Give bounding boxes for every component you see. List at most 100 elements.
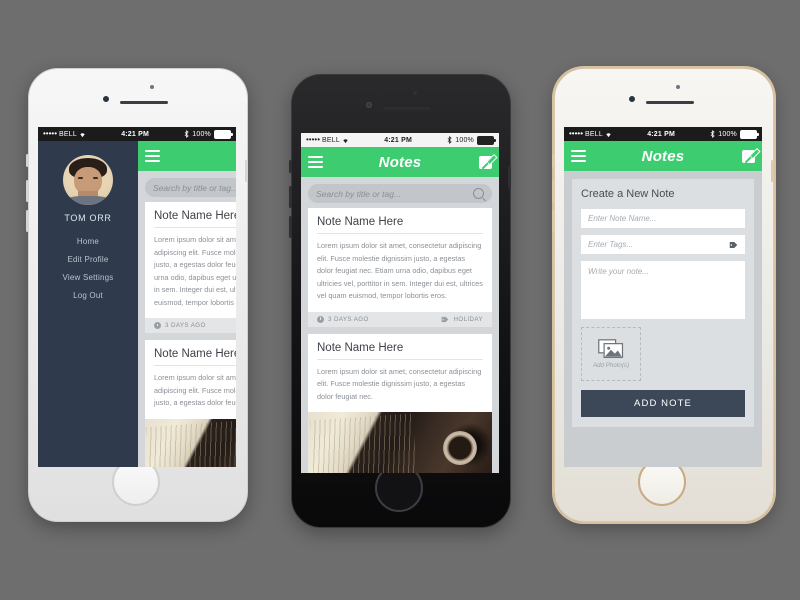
- status-bar-left: ••••• BELL: [43, 130, 86, 138]
- note-card-content: Note Name Here Lorem ipsum dolor sit ame…: [308, 334, 492, 413]
- note-name-input[interactable]: Enter Note Name...: [581, 209, 745, 228]
- signal-dots-icon: •••••: [569, 129, 584, 138]
- note-excerpt: Lorem ipsum dolor sit amet, consectetur …: [317, 241, 483, 301]
- note-tags-input[interactable]: Enter Tags...: [581, 235, 745, 254]
- user-name-label: TOM ORR: [64, 213, 112, 223]
- compose-icon[interactable]: [742, 149, 755, 163]
- battery-percent-label: 100%: [455, 136, 474, 144]
- note-body-placeholder: Write your note...: [588, 267, 649, 276]
- search-input[interactable]: Search by title or tag...: [145, 178, 236, 197]
- add-photo-dropzone[interactable]: Add Photo(s): [581, 327, 641, 381]
- compose-icon[interactable]: [479, 155, 492, 169]
- note-date-group: 3 DAYS AGO: [317, 315, 369, 323]
- earpiece-speaker: [646, 101, 694, 104]
- search-container: Search by title or tag...: [301, 177, 499, 208]
- hamburger-icon[interactable]: [571, 150, 586, 162]
- note-excerpt: Lorem ipsum dolor sit amet, consectetur …: [154, 235, 236, 307]
- volume-down-button[interactable]: [26, 210, 29, 232]
- note-title: Note Name Here: [317, 342, 483, 360]
- wifi-icon: [80, 132, 85, 137]
- note-date-label: 3 DAYS AGO: [165, 322, 206, 330]
- phone-center-screen: ••••• BELL 4:21 PM 100% Notes Search by …: [301, 133, 499, 473]
- note-card-content: Note Name Here Lorem ipsum dolor sit ame…: [145, 340, 236, 419]
- note-date-label: 3 DAYS AGO: [328, 315, 369, 323]
- silent-switch[interactable]: [289, 160, 292, 173]
- page-title: Notes: [641, 147, 685, 165]
- drawer-menu: Home Edit Profile View Settings Log Out: [63, 237, 114, 300]
- hamburger-icon[interactable]: [308, 156, 323, 168]
- status-bar: ••••• BELL 4:21 PM 100%: [38, 127, 236, 141]
- note-card-footer: 3 DAYS AGO HOLIDAY: [308, 311, 492, 327]
- drawer-item-view-settings[interactable]: View Settings: [63, 273, 114, 282]
- volume-up-button[interactable]: [26, 180, 29, 202]
- status-bar: ••••• BELL 4:21 PM 100%: [301, 133, 499, 147]
- wifi-icon: [343, 138, 348, 143]
- hamburger-icon[interactable]: [145, 150, 160, 162]
- search-placeholder: Search by title or tag...: [316, 188, 402, 199]
- silent-switch[interactable]: [552, 154, 555, 167]
- power-button[interactable]: [771, 160, 774, 182]
- notebook-page-lines: [145, 420, 236, 467]
- add-note-button[interactable]: ADD NOTE: [581, 390, 745, 417]
- clock-icon: [317, 315, 324, 323]
- create-note-panel: Create a New Note Enter Note Name... Ent…: [572, 179, 754, 427]
- note-tag-label: HOLIDAY: [453, 315, 483, 323]
- tag-icon: [442, 316, 449, 322]
- front-camera-icon: [103, 96, 109, 102]
- bluetooth-icon: [447, 136, 452, 144]
- volume-down-button[interactable]: [552, 210, 555, 232]
- navigation-bar: Notes: [564, 141, 762, 171]
- note-date-group: 3 DAYS AGO: [154, 322, 206, 330]
- volume-up-button[interactable]: [289, 186, 292, 208]
- drawer-item-edit-profile[interactable]: Edit Profile: [67, 255, 108, 264]
- note-photo: [145, 418, 236, 467]
- earpiece-speaker: [120, 101, 168, 104]
- app-content-slid: No Search by title or tag... Note Name H…: [138, 141, 236, 467]
- search-placeholder: Search by title or tag...: [153, 182, 236, 193]
- status-bar: ••••• BELL 4:21 PM 100%: [564, 127, 762, 141]
- search-input[interactable]: Search by title or tag...: [308, 184, 492, 203]
- avatar[interactable]: [63, 155, 113, 205]
- mockup-canvas: ••••• BELL 4:21 PM 100% Search by title …: [0, 0, 800, 600]
- status-bar-right: 100%: [710, 129, 759, 139]
- note-card[interactable]: Note Name Here Lorem ipsum dolor sit ame…: [145, 202, 236, 334]
- side-drawer: TOM ORR Home Edit Profile View Settings …: [38, 141, 138, 467]
- drawer-item-home[interactable]: Home: [77, 237, 99, 246]
- tag-icon: [729, 241, 738, 248]
- note-body-input[interactable]: Write your note...: [581, 261, 745, 319]
- power-button[interactable]: [245, 160, 248, 182]
- signal-dots-icon: •••••: [43, 129, 58, 138]
- page-title: Notes: [378, 153, 422, 171]
- add-photo-label: Add Photo(s): [592, 362, 630, 369]
- drawer-item-log-out[interactable]: Log Out: [73, 291, 103, 300]
- clock-label: 4:21 PM: [647, 130, 676, 138]
- note-card[interactable]: Note Name Here Lorem ipsum dolor sit ame…: [308, 208, 492, 327]
- front-camera-icon: [629, 96, 635, 102]
- note-name-placeholder: Enter Note Name...: [588, 214, 657, 223]
- signal-dots-icon: •••••: [306, 135, 321, 144]
- power-button[interactable]: [508, 166, 511, 188]
- clock-label: 4:21 PM: [384, 136, 413, 144]
- navigation-bar: No: [138, 141, 236, 171]
- coffee-cup-shape: [443, 431, 478, 466]
- front-camera-icon: [366, 102, 372, 108]
- silent-switch[interactable]: [26, 154, 29, 167]
- search-icon: [473, 188, 484, 199]
- note-card[interactable]: Note Name Here Lorem ipsum dolor sit ame…: [308, 333, 492, 473]
- volume-down-button[interactable]: [289, 216, 292, 238]
- wifi-icon: [606, 132, 611, 137]
- earpiece-speaker: [383, 107, 431, 110]
- note-card-content: Note Name Here Lorem ipsum dolor sit ame…: [145, 202, 236, 318]
- clock-icon: [154, 322, 161, 330]
- phone-center: ••••• BELL 4:21 PM 100% Notes Search by …: [289, 74, 511, 528]
- create-note-heading: Create a New Note: [581, 188, 675, 200]
- note-photo: [308, 412, 492, 473]
- note-card[interactable]: Note Name Here Lorem ipsum dolor sit ame…: [145, 340, 236, 467]
- clock-label: 4:21 PM: [121, 130, 150, 138]
- note-title: Note Name Here: [154, 348, 236, 367]
- volume-up-button[interactable]: [552, 180, 555, 202]
- phone-left-screen: ••••• BELL 4:21 PM 100% Search by title …: [38, 127, 236, 467]
- note-excerpt: Lorem ipsum dolor sit amet, consectetur …: [317, 366, 482, 401]
- bluetooth-icon: [710, 130, 715, 138]
- phone-left: ••••• BELL 4:21 PM 100% Search by title …: [26, 68, 248, 522]
